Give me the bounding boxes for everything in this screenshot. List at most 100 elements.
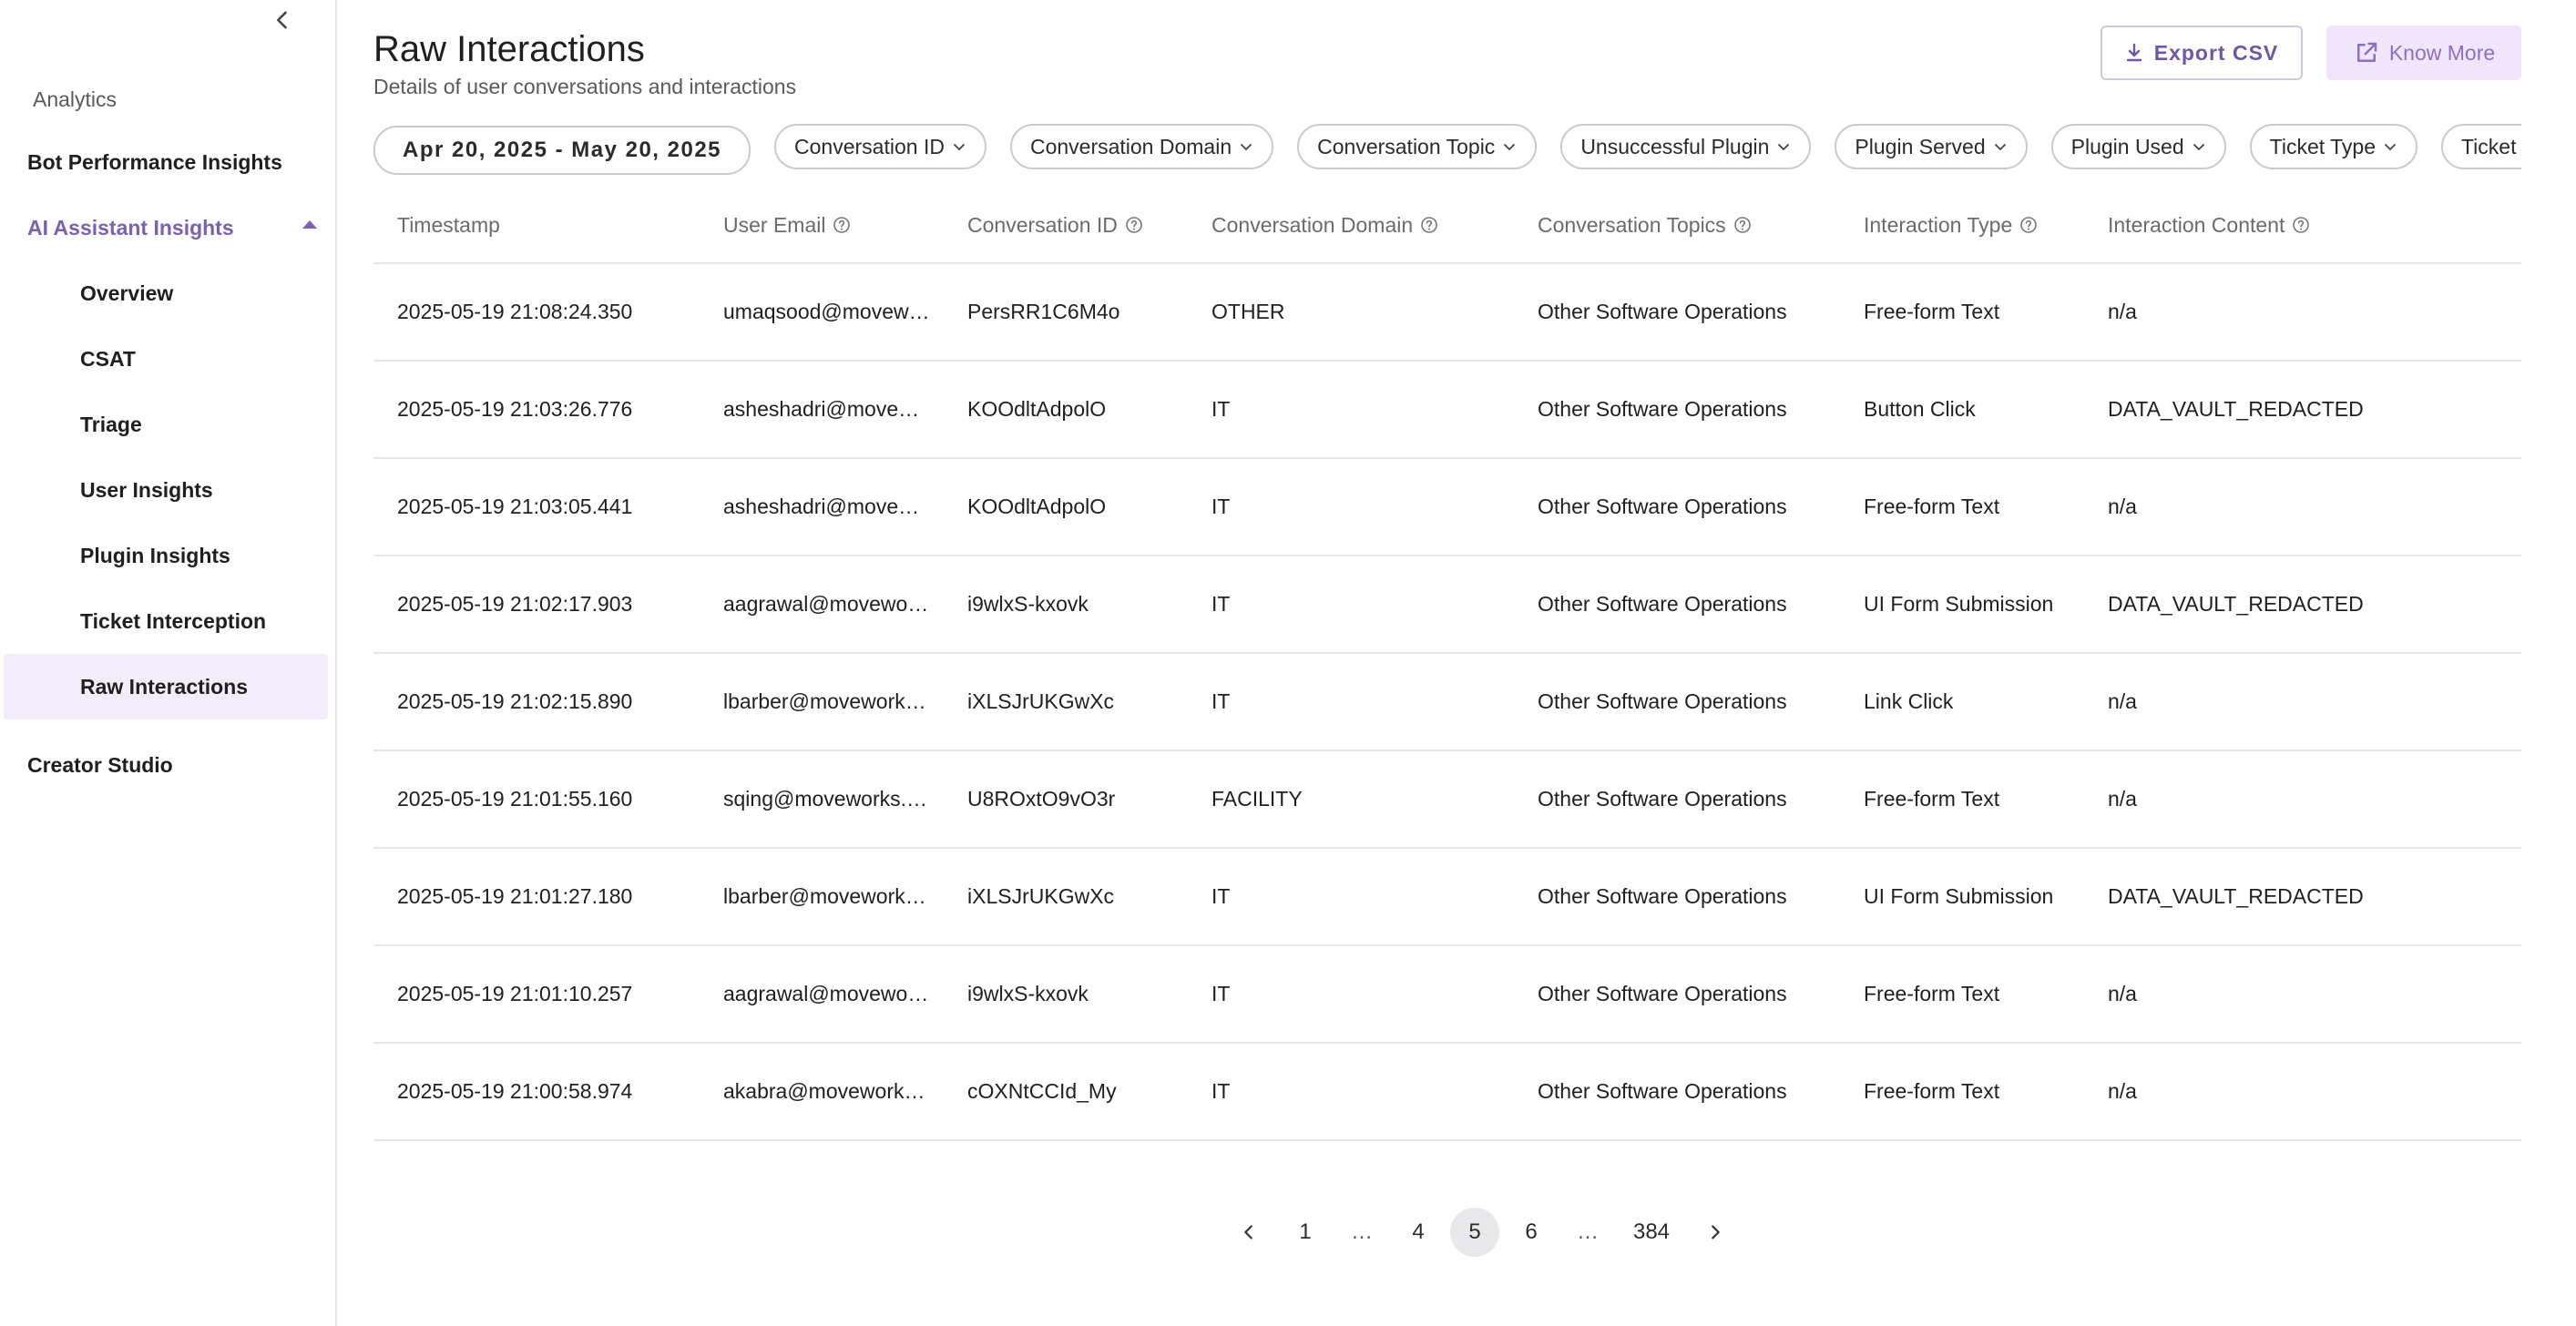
main-content: Raw Interactions Details of user convers… [339, 0, 2576, 1326]
filter-conversation-topic[interactable]: Conversation Topic [1297, 124, 1538, 169]
sidebar-item-creator-studio[interactable]: Creator Studio [27, 732, 328, 798]
table-row[interactable]: 2025-05-19 21:00:58.974 akabra@moveworks.… [373, 1044, 2521, 1141]
interaction-content-cell: n/a [2108, 1079, 2137, 1103]
filter-label: Ticket ID [2460, 134, 2521, 158]
export-csv-button[interactable]: Export CSV [2101, 26, 2303, 80]
filter-label: Plugin Used [2070, 134, 2184, 158]
filter-plugin-used[interactable]: Plugin Used [2050, 124, 2226, 169]
sidebar-item-label: Ticket Interception [80, 608, 267, 633]
table-row[interactable]: 2025-05-19 21:01:55.160 sqing@moveworks.c… [373, 751, 2521, 849]
filter-label: Conversation Topic [1317, 134, 1496, 158]
interaction-content-cell: n/a [2108, 787, 2137, 811]
chevron-left-icon [1244, 1225, 1252, 1239]
user-email-cell: akabra@moveworks.com [723, 1079, 944, 1103]
user-email-cell: aagrawal@moveworks.com [723, 592, 944, 616]
filter-conversation-domain[interactable]: Conversation Domain [1009, 124, 1274, 169]
sidebar-item-label: Creator Studio [27, 752, 173, 777]
sidebar-item-csat[interactable]: CSAT [4, 326, 328, 392]
help-circle-icon[interactable] [1420, 216, 1438, 234]
column-header-label: Conversation ID [967, 212, 1118, 237]
user-email-cell: lbarber@moveworks.com [723, 689, 944, 713]
interaction-content-cell: n/a [2108, 689, 2137, 713]
table-row[interactable]: 2025-05-19 21:03:05.441 asheshadri@movewo… [373, 459, 2521, 556]
sidebar-item-triage[interactable]: Triage [4, 392, 328, 457]
sidebar-item-bot-performance-insights[interactable]: Bot Performance Insights [27, 129, 328, 195]
page-button[interactable]: 384 [1620, 1208, 1683, 1257]
help-circle-icon[interactable] [2019, 216, 2038, 234]
page-button-current[interactable]: 5 [1450, 1208, 1499, 1257]
interactions-table: Timestamp User Email Conversation ID Con… [373, 188, 2521, 1141]
column-header-conversation-topics[interactable]: Conversation Topics [1514, 213, 1840, 238]
table-row[interactable]: 2025-05-19 21:03:26.776 asheshadri@movewo… [373, 362, 2521, 459]
table-row[interactable]: 2025-05-19 21:02:17.903 aagrawal@movework… [373, 556, 2521, 654]
timestamp-cell: 2025-05-19 21:02:17.903 [397, 592, 633, 616]
external-link-icon [2356, 42, 2377, 62]
user-email-cell: asheshadri@moveworks.com [723, 397, 944, 421]
column-header-conversation-domain[interactable]: Conversation Domain [1188, 213, 1514, 238]
caret-up-icon [302, 220, 317, 229]
help-circle-icon[interactable] [1733, 216, 1752, 234]
filter-label: Conversation ID [794, 134, 945, 158]
date-range-picker[interactable]: Apr 20, 2025 - May 20, 2025 [373, 126, 751, 175]
column-header-conversation-id[interactable]: Conversation ID [944, 213, 1188, 238]
filter-label: Conversation Domain [1029, 134, 1232, 158]
column-header-label: User Email [723, 212, 826, 237]
conversation-id-cell: i9wlxS-kxovk [967, 982, 1089, 1005]
conversation-domain-cell: IT [1211, 397, 1231, 421]
interaction-type-cell: UI Form Submission [1864, 884, 2054, 908]
page-button[interactable]: 6 [1507, 1208, 1556, 1257]
table-row[interactable]: 2025-05-19 21:08:24.350 umaqsood@movework… [373, 264, 2521, 362]
user-email-cell: umaqsood@moveworks.com [723, 300, 944, 323]
conversation-topics-cell: Other Software Operations [1538, 982, 1787, 1005]
help-circle-icon[interactable] [1125, 216, 1143, 234]
conversation-id-cell: PersRR1C6M4o [967, 300, 1120, 323]
interaction-type-cell: Free-form Text [1864, 787, 2000, 811]
page-button[interactable]: 1 [1281, 1208, 1330, 1257]
conversation-id-cell: U8ROxtO9vO3r [967, 787, 1116, 811]
sidebar-item-raw-interactions[interactable]: Raw Interactions [4, 654, 328, 719]
column-header-user-email[interactable]: User Email [700, 213, 944, 238]
sidebar-item-label: User Insights [80, 477, 213, 502]
conversation-domain-cell: IT [1211, 495, 1231, 518]
interaction-type-cell: Link Click [1864, 689, 1954, 713]
sidebar-item-ticket-interception[interactable]: Ticket Interception [4, 588, 328, 654]
table-row[interactable]: 2025-05-19 21:01:27.180 lbarber@moveworks… [373, 849, 2521, 946]
next-page-button[interactable] [1691, 1208, 1740, 1257]
column-header-timestamp[interactable]: Timestamp [373, 213, 700, 238]
filter-unsuccessful-plugin[interactable]: Unsuccessful Plugin [1560, 124, 1812, 169]
filter-ticket-id[interactable]: Ticket ID [2440, 124, 2521, 169]
help-circle-icon[interactable] [2292, 216, 2310, 234]
column-header-label: Conversation Topics [1538, 212, 1726, 237]
table-row[interactable]: 2025-05-19 21:01:10.257 aagrawal@movework… [373, 946, 2521, 1044]
table-row[interactable]: 2025-05-19 21:02:15.890 lbarber@moveworks… [373, 654, 2521, 751]
help-circle-icon[interactable] [833, 216, 851, 234]
user-email-cell: asheshadri@moveworks.com [723, 495, 944, 518]
sidebar-item-user-insights[interactable]: User Insights [4, 457, 328, 523]
previous-page-button[interactable] [1224, 1208, 1273, 1257]
filter-ticket-type[interactable]: Ticket Type [2249, 124, 2418, 169]
filter-label: Unsuccessful Plugin [1580, 134, 1770, 158]
interaction-type-cell: UI Form Submission [1864, 592, 2054, 616]
filter-conversation-id[interactable]: Conversation ID [774, 124, 986, 169]
conversation-domain-cell: OTHER [1211, 300, 1285, 323]
sidebar-item-overview[interactable]: Overview [4, 260, 328, 326]
sidebar-item-plugin-insights[interactable]: Plugin Insights [4, 523, 328, 588]
filter-plugin-served[interactable]: Plugin Served [1835, 124, 2028, 169]
column-header-interaction-content[interactable]: Interaction Content [2084, 213, 2521, 238]
conversation-topics-cell: Other Software Operations [1538, 884, 1787, 908]
sidebar-item-label: Plugin Insights [80, 543, 230, 567]
interaction-content-cell: DATA_VAULT_REDACTED [2108, 592, 2364, 616]
filter-label: Plugin Served [1855, 134, 1986, 158]
column-header-label: Interaction Content [2108, 212, 2285, 237]
sidebar-item-label: Overview [80, 280, 174, 305]
know-more-button[interactable]: Know More [2326, 26, 2521, 80]
conversation-topics-cell: Other Software Operations [1538, 689, 1787, 713]
sidebar-item-ai-assistant-insights[interactable]: AI Assistant Insights [27, 195, 328, 260]
column-header-interaction-type[interactable]: Interaction Type [1840, 213, 2084, 238]
timestamp-cell: 2025-05-19 21:03:26.776 [397, 397, 633, 421]
timestamp-cell: 2025-05-19 21:02:15.890 [397, 689, 633, 713]
interaction-type-cell: Free-form Text [1864, 982, 2000, 1005]
collapse-sidebar-button[interactable] [270, 7, 295, 33]
page-button[interactable]: 4 [1394, 1208, 1443, 1257]
chevron-right-icon [1712, 1225, 1720, 1239]
